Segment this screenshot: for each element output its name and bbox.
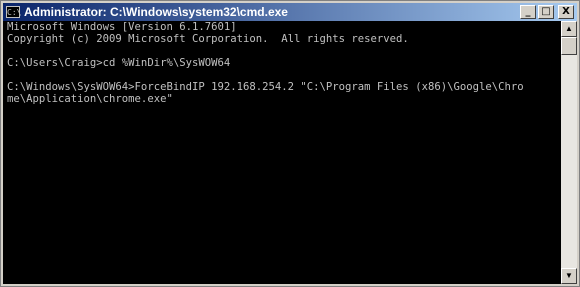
cmd-window: C:\ Administrator: C:\Windows\system32\c…	[0, 0, 580, 287]
cmd-app-icon[interactable]: C:\	[6, 6, 21, 18]
scroll-up-button[interactable]: ▲	[561, 21, 577, 37]
console-line: Microsoft Windows [Version 6.1.7601]	[7, 21, 237, 33]
console-line: Copyright (c) 2009 Microsoft Corporation…	[7, 33, 409, 45]
console-line: me\Application\chrome.exe"	[7, 93, 173, 105]
scroll-thumb[interactable]	[561, 37, 577, 55]
close-button[interactable]: X	[558, 5, 574, 19]
maximize-button[interactable]: □	[538, 5, 554, 19]
vertical-scrollbar[interactable]: ▲ ▼	[561, 21, 577, 284]
window-title: Administrator: C:\Windows\system32\cmd.e…	[24, 5, 288, 19]
console-output[interactable]: Microsoft Windows [Version 6.1.7601] Cop…	[3, 21, 561, 284]
scroll-down-button[interactable]: ▼	[561, 268, 577, 284]
minimize-button[interactable]: _	[520, 5, 536, 19]
title-bar[interactable]: C:\ Administrator: C:\Windows\system32\c…	[3, 3, 577, 21]
console-line: C:\Windows\SysWOW64>ForceBindIP 192.168.…	[7, 81, 524, 93]
window-controls: _ □ X	[518, 5, 574, 19]
console-line: C:\Users\Craig>cd %WinDir%\SysWOW64	[7, 57, 231, 69]
